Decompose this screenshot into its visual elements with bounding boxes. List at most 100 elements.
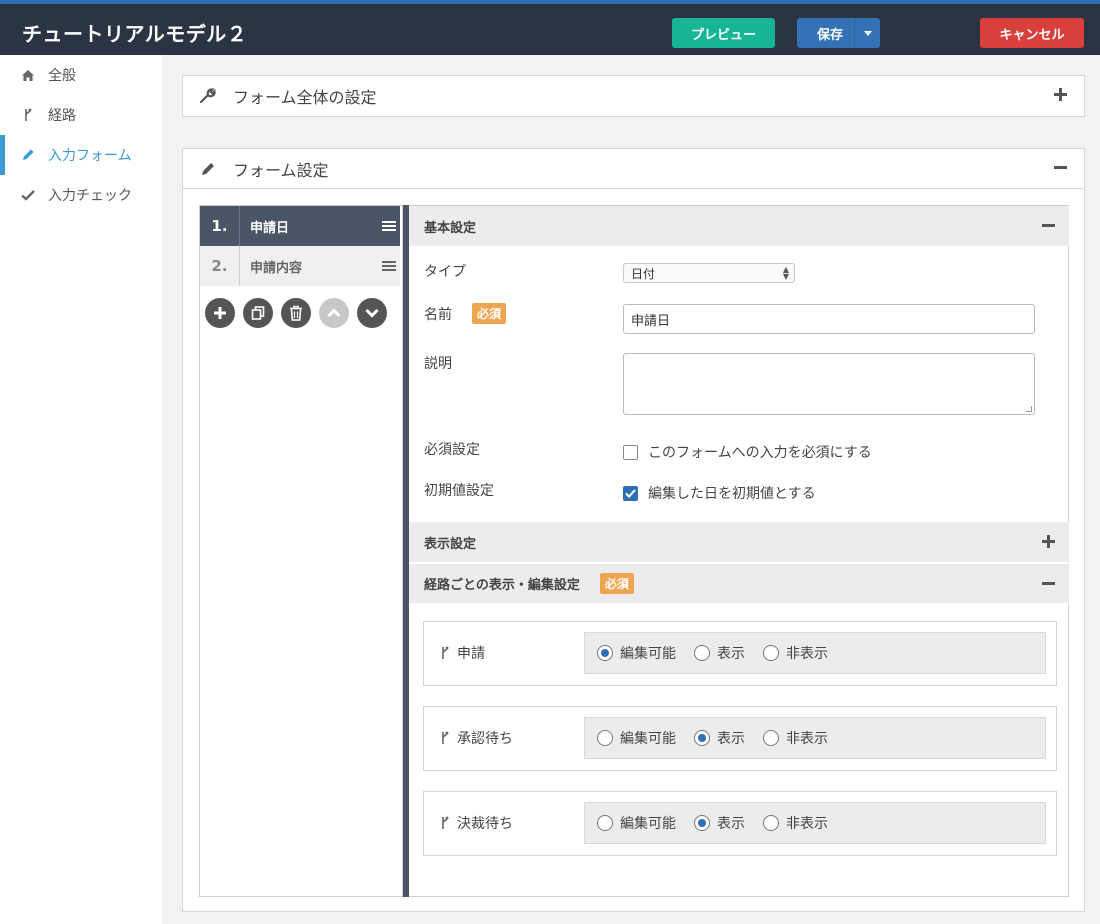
radio-label: 表示 xyxy=(717,816,745,832)
global-settings-title: フォーム全体の設定 xyxy=(233,88,377,107)
route-name: 決裁待ち xyxy=(457,816,513,832)
move-down-icon[interactable] xyxy=(357,298,387,328)
pencil-icon xyxy=(199,160,217,178)
radio-hidden[interactable]: 非表示 xyxy=(763,728,828,748)
global-settings-header[interactable]: フォーム全体の設定 xyxy=(183,76,1084,116)
radio-label: 非表示 xyxy=(786,646,828,662)
basic-settings-title: 基本設定 xyxy=(424,220,477,236)
drag-handle-icon[interactable] xyxy=(382,259,396,273)
field-label: 申請内容 xyxy=(250,260,303,276)
save-dropdown-caret-icon[interactable] xyxy=(854,18,880,48)
field-number: 2. xyxy=(200,246,240,286)
radio-label: 表示 xyxy=(717,646,745,662)
form-settings-header[interactable]: フォーム設定 xyxy=(183,149,1084,189)
collapse-minus-icon[interactable] xyxy=(1042,219,1056,233)
sidebar-item-input-check[interactable]: 入力チェック xyxy=(0,175,162,215)
radio-button[interactable] xyxy=(763,645,779,661)
radio-label: 非表示 xyxy=(786,731,828,747)
visibility-radio-group: 編集可能 表示 非表示 xyxy=(584,802,1046,844)
global-settings-panel: フォーム全体の設定 xyxy=(182,75,1085,117)
sidebar-item-label: 入力チェック xyxy=(48,188,132,204)
radio-button[interactable] xyxy=(763,730,779,746)
field-label: 申請日 xyxy=(250,220,290,236)
check-icon xyxy=(20,187,36,203)
collapse-minus-icon[interactable] xyxy=(1042,577,1056,591)
radio-editable[interactable]: 編集可能 xyxy=(597,643,676,663)
basic-settings-header[interactable]: 基本設定 xyxy=(409,206,1069,246)
route-row: 申請 編集可能 表示 非表示 xyxy=(423,621,1057,686)
radio-button[interactable] xyxy=(763,815,779,831)
route-settings-header[interactable]: 経路ごとの表示・編集設定 必須 xyxy=(409,563,1069,603)
sidebar-item-input-form[interactable]: 入力フォーム xyxy=(0,135,162,175)
radio-label: 非表示 xyxy=(786,816,828,832)
save-button[interactable]: 保存 xyxy=(797,18,880,48)
radio-display[interactable]: 表示 xyxy=(694,643,745,663)
required-badge: 必須 xyxy=(599,573,634,594)
field-detail: 基本設定 タイプ 日付 ▲ ▼ 名前 必須 申請日 説明 必須設定 このフォームへ… xyxy=(409,205,1069,897)
select-arrows-icon: ▲ ▼ xyxy=(782,265,789,281)
route-settings-title: 経路ごとの表示・編集設定 xyxy=(424,578,580,593)
radio-display[interactable]: 表示 xyxy=(694,728,745,748)
pencil-icon xyxy=(20,147,36,163)
drag-handle-icon[interactable] xyxy=(382,219,396,233)
radio-label: 表示 xyxy=(717,731,745,747)
move-up-icon[interactable] xyxy=(319,298,349,328)
sidebar-item-general[interactable]: 全般 xyxy=(0,55,162,95)
field-item-1[interactable]: 1. 申請日 xyxy=(200,206,400,246)
field-number: 1. xyxy=(200,206,240,246)
radio-button[interactable] xyxy=(694,645,710,661)
radio-hidden[interactable]: 非表示 xyxy=(763,643,828,663)
form-settings-title: フォーム設定 xyxy=(233,160,329,180)
radio-button[interactable] xyxy=(694,730,710,746)
home-icon xyxy=(20,67,36,83)
required-badge: 必須 xyxy=(472,303,507,324)
expand-plus-icon[interactable] xyxy=(1054,88,1068,102)
radio-display[interactable]: 表示 xyxy=(694,813,745,833)
type-select[interactable]: 日付 ▲ ▼ xyxy=(623,263,795,283)
required-setting-label: 必須設定 xyxy=(424,442,480,458)
name-input[interactable]: 申請日 xyxy=(623,304,1035,334)
radio-button[interactable] xyxy=(597,815,613,831)
initial-value-checkbox-label: 編集した日を初期値とする xyxy=(648,486,816,502)
expand-plus-icon[interactable] xyxy=(1042,535,1056,549)
cancel-button[interactable]: キャンセル xyxy=(980,18,1084,48)
field-item-2[interactable]: 2. 申請内容 xyxy=(200,246,400,286)
form-settings-panel: フォーム設定 1. 申請日 2. 申請内容 基本設定 タイプ 日付 ▲ ▼ 名前… xyxy=(182,148,1085,912)
radio-label: 編集可能 xyxy=(620,816,676,832)
resize-grip-icon[interactable] xyxy=(1026,406,1032,412)
radio-button[interactable] xyxy=(597,730,613,746)
initial-value-label: 初期値設定 xyxy=(424,483,494,499)
required-checkbox[interactable] xyxy=(623,444,638,460)
initial-value-checkbox[interactable] xyxy=(623,485,638,501)
radio-editable[interactable]: 編集可能 xyxy=(597,728,676,748)
radio-button[interactable] xyxy=(694,815,710,831)
save-button-label: 保存 xyxy=(817,27,844,43)
field-toolbar xyxy=(205,298,395,330)
sidebar: 全般 経路 入力フォーム 入力チェック xyxy=(0,55,162,924)
sidebar-item-label: 入力フォーム xyxy=(48,148,132,164)
initial-value-checkbox-row[interactable]: 編集した日を初期値とする xyxy=(623,483,816,503)
add-icon[interactable] xyxy=(205,298,235,328)
wrench-icon xyxy=(199,87,217,105)
display-settings-header[interactable]: 表示設定 xyxy=(409,522,1069,562)
description-label: 説明 xyxy=(424,356,452,372)
route-name: 申請 xyxy=(457,646,485,662)
type-label: タイプ xyxy=(424,264,466,280)
radio-label: 編集可能 xyxy=(620,646,676,662)
required-checkbox-label: このフォームへの入力を必須にする xyxy=(648,445,872,461)
route-name: 承認待ち xyxy=(457,731,513,747)
radio-hidden[interactable]: 非表示 xyxy=(763,813,828,833)
trash-icon[interactable] xyxy=(281,298,311,328)
collapse-minus-icon[interactable] xyxy=(1054,161,1068,175)
required-checkbox-row[interactable]: このフォームへの入力を必須にする xyxy=(623,442,872,462)
visibility-radio-group: 編集可能 表示 非表示 xyxy=(584,632,1046,674)
radio-editable[interactable]: 編集可能 xyxy=(597,813,676,833)
radio-label: 編集可能 xyxy=(620,731,676,747)
radio-button[interactable] xyxy=(597,645,613,661)
route-label: 決裁待ち xyxy=(439,813,513,833)
copy-icon[interactable] xyxy=(243,298,273,328)
route-row: 決裁待ち 編集可能 表示 非表示 xyxy=(423,791,1057,856)
preview-button[interactable]: プレビュー xyxy=(672,18,775,48)
sidebar-item-route[interactable]: 経路 xyxy=(0,95,162,135)
description-textarea[interactable] xyxy=(623,353,1035,415)
